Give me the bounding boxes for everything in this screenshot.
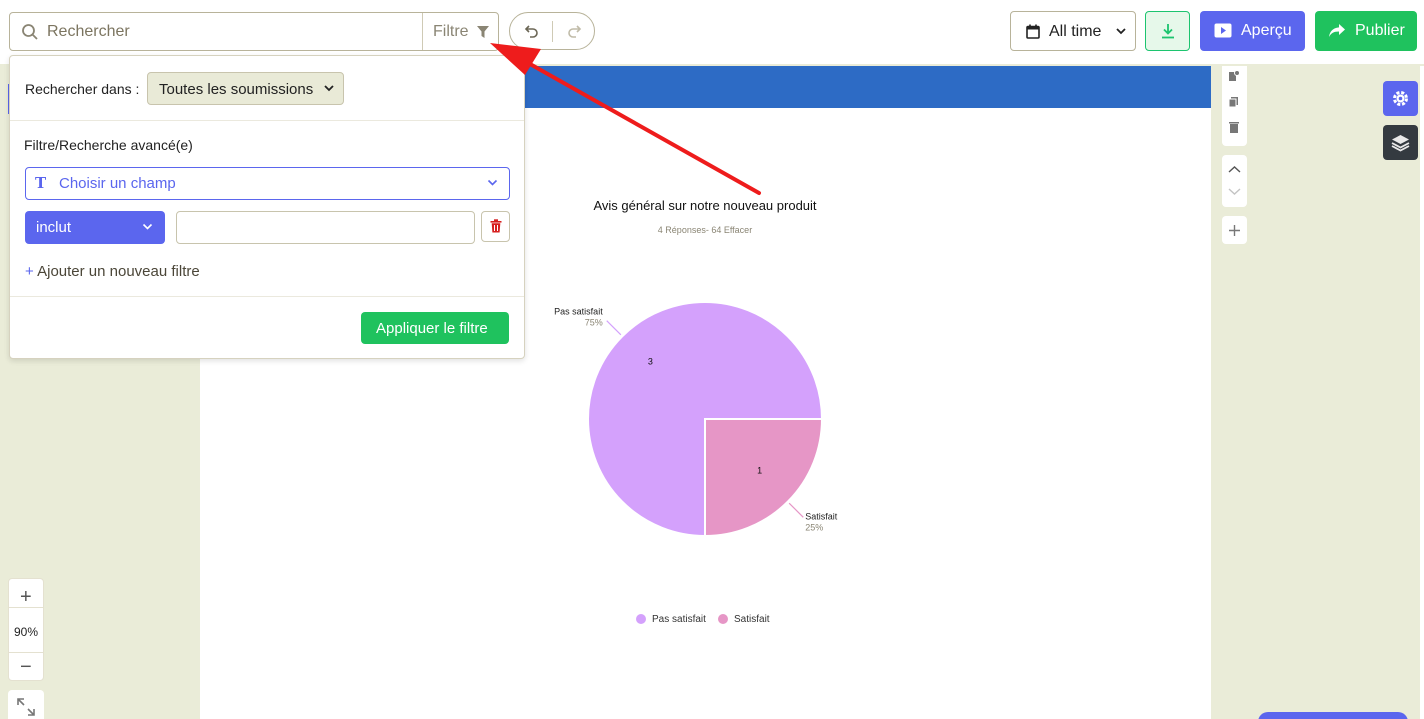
slice-category-label: Satisfait (805, 511, 838, 521)
chevron-down-icon (1116, 28, 1126, 35)
gear-icon (1393, 91, 1408, 106)
add-block (1222, 216, 1247, 244)
field-select-label: Choisir un champ (59, 175, 176, 192)
slice-percent-label: 25% (805, 522, 823, 532)
slice-category-label: Pas satisfait (554, 307, 603, 317)
date-range-label: All time (1049, 23, 1102, 40)
divider (9, 652, 43, 653)
zoom-level: 90% (13, 625, 39, 639)
remove-filter-button[interactable] (481, 211, 510, 242)
legend-swatch (636, 614, 646, 624)
chart-title: Avis général sur notre nouveau produit (593, 198, 816, 213)
filter-button[interactable]: Filtre (422, 13, 499, 50)
search-input[interactable]: Rechercher (47, 23, 130, 41)
play-icon (1214, 23, 1232, 38)
operator-select[interactable]: inclut (25, 211, 165, 244)
legend-label: Pas satisfait (652, 614, 706, 625)
layers-button[interactable] (1383, 125, 1418, 160)
move-controls (1222, 155, 1247, 207)
download-icon (1162, 24, 1174, 39)
redo-icon[interactable] (565, 22, 583, 40)
operator-value: inclut (36, 219, 72, 236)
undo-redo-group (509, 12, 595, 50)
search-in-label: Rechercher dans : (25, 81, 140, 97)
legend-label: Satisfait (734, 614, 770, 625)
search-in-value: Toutes les soumissions (159, 81, 314, 98)
legend-swatch (718, 614, 728, 624)
chevron-down-icon (324, 85, 334, 92)
chevron-down-icon (487, 179, 498, 186)
trash-icon (490, 219, 502, 233)
help-button[interactable] (1258, 712, 1408, 719)
chevron-down-icon (142, 223, 153, 230)
search-icon (22, 24, 38, 40)
fullscreen-button[interactable] (8, 690, 44, 719)
divider (10, 296, 524, 297)
preview-button[interactable]: Aperçu (1200, 11, 1305, 51)
leader-line (788, 502, 804, 518)
add-icon[interactable] (1228, 224, 1241, 237)
duplicate-icon[interactable] (1228, 96, 1240, 108)
advanced-filter-label: Filtre/Recherche avancé(e) (24, 137, 193, 153)
copy-settings-icon[interactable] (1228, 70, 1240, 82)
divider (9, 607, 43, 608)
preview-label: Aperçu (1241, 22, 1292, 39)
add-filter-link[interactable]: + Ajouter un nouveau filtre (25, 263, 200, 280)
search-in-select[interactable]: Toutes les soumissions (147, 72, 344, 105)
text-field-icon: T (35, 174, 47, 192)
filter-value-input[interactable] (176, 211, 475, 244)
layers-icon (1391, 135, 1410, 152)
plus-icon: + (25, 263, 34, 280)
apply-filter-label: Appliquer le filtre (376, 320, 488, 337)
date-range-select[interactable]: All time (1010, 11, 1136, 51)
move-up-icon[interactable] (1228, 165, 1241, 174)
add-filter-label: Ajouter un nouveau filtre (37, 263, 200, 280)
move-down-icon[interactable] (1228, 187, 1241, 196)
zoom-control: + 90% − (8, 578, 44, 681)
right-edge (1420, 66, 1424, 719)
leader-line (606, 320, 622, 336)
search-box[interactable]: Rechercher Filtre (9, 12, 499, 51)
field-select[interactable]: T Choisir un champ (25, 167, 510, 200)
delete-icon[interactable] (1228, 121, 1240, 133)
block-actions (1222, 66, 1247, 146)
settings-button[interactable] (1383, 81, 1418, 116)
divider (552, 21, 553, 42)
publish-button[interactable]: Publier (1315, 11, 1417, 51)
apply-filter-button[interactable]: Appliquer le filtre (361, 312, 509, 344)
slice-value-label: 1 (757, 466, 762, 476)
zoom-in-button[interactable]: + (20, 586, 32, 609)
slice-percent-label: 75% (585, 318, 603, 328)
divider (10, 120, 524, 121)
download-button[interactable] (1145, 11, 1190, 51)
filter-label: Filtre (433, 23, 469, 40)
calendar-icon (1026, 24, 1040, 39)
filter-panel: Rechercher dans : Toutes les soumissions… (9, 55, 525, 359)
zoom-out-button[interactable]: − (20, 656, 32, 679)
undo-icon[interactable] (523, 22, 541, 40)
share-arrow-icon (1329, 24, 1345, 37)
publish-label: Publier (1355, 22, 1405, 39)
funnel-icon (477, 26, 489, 38)
expand-icon (17, 698, 35, 716)
chart-subtitle: 4 Réponses- 64 Effacer (658, 225, 752, 235)
slice-value-label: 3 (648, 356, 653, 366)
